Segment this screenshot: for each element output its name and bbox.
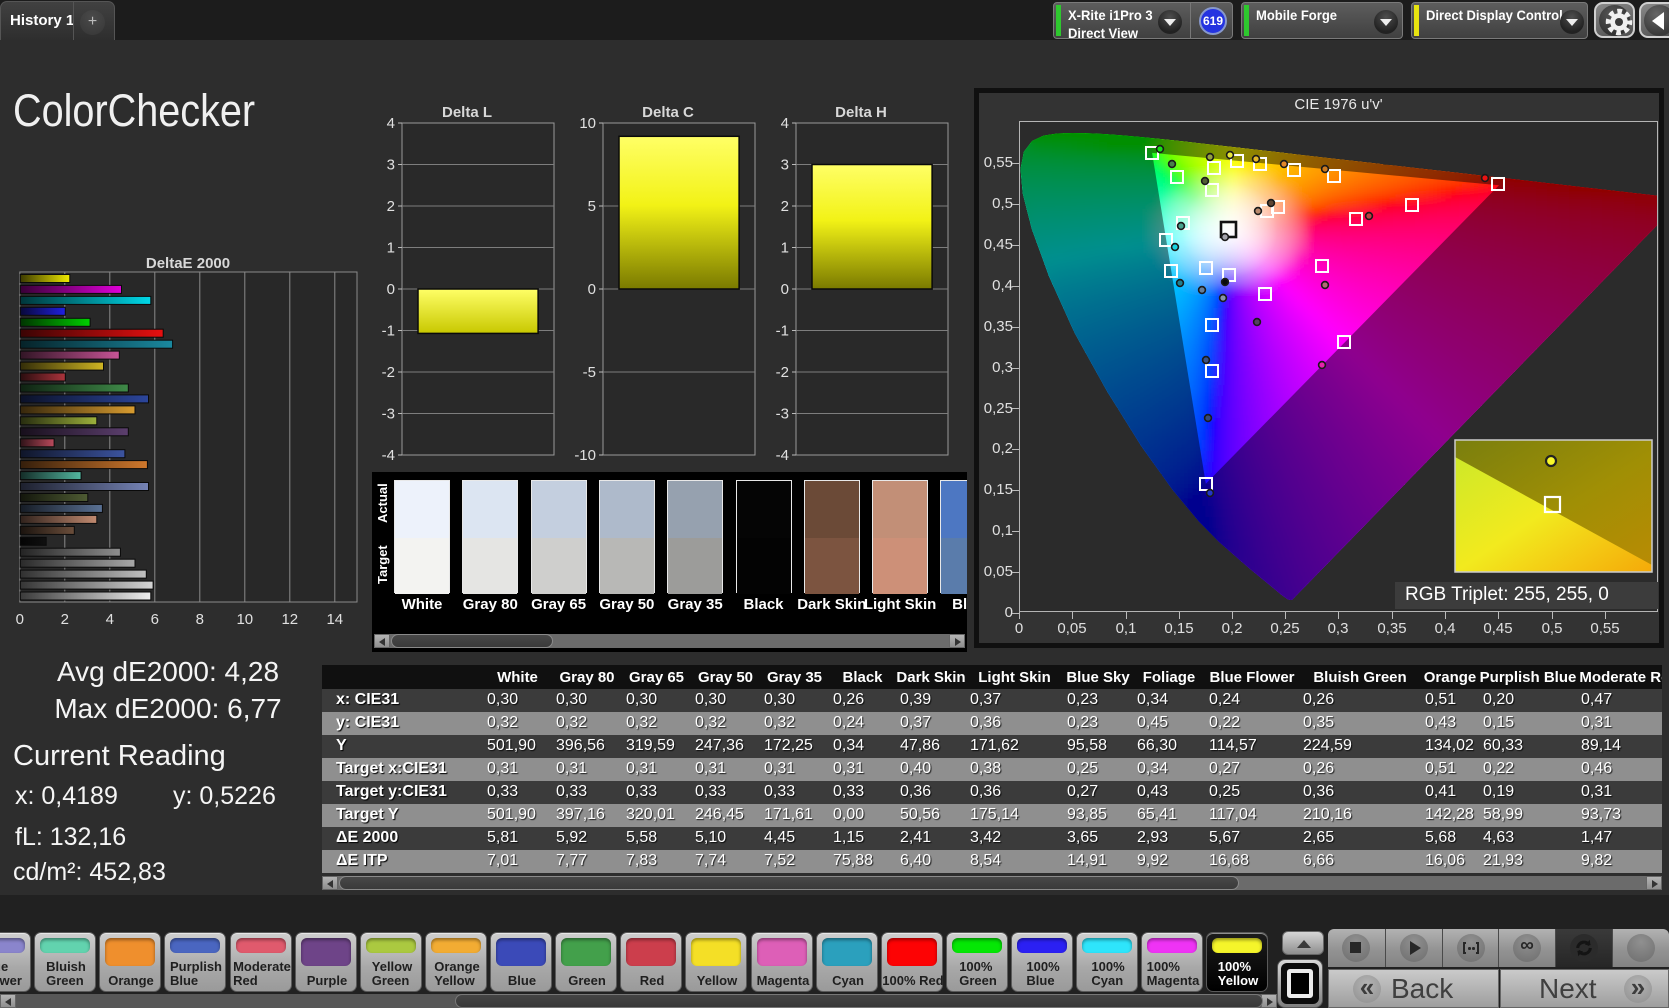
svg-text:Delta L: Delta L — [442, 104, 492, 121]
svg-text:2: 2 — [781, 198, 789, 215]
svg-text:5: 5 — [588, 198, 596, 215]
svg-text:14: 14 — [326, 611, 343, 628]
svg-text:10: 10 — [236, 611, 253, 628]
svg-text:-1: -1 — [382, 323, 395, 340]
svg-text:-10: -10 — [574, 447, 596, 464]
svg-text:Delta C: Delta C — [642, 104, 694, 121]
svg-text:4: 4 — [387, 115, 395, 132]
svg-text:0: 0 — [16, 611, 24, 628]
svg-text:4: 4 — [106, 611, 114, 628]
svg-text:-4: -4 — [776, 447, 789, 464]
svg-text:10: 10 — [579, 115, 596, 132]
svg-text:8: 8 — [196, 611, 204, 628]
svg-text:1: 1 — [387, 240, 395, 257]
svg-text:-2: -2 — [382, 364, 395, 381]
svg-text:-4: -4 — [382, 447, 395, 464]
svg-text:-2: -2 — [776, 364, 789, 381]
svg-text:12: 12 — [281, 611, 298, 628]
svg-text:-1: -1 — [776, 323, 789, 340]
svg-text:0: 0 — [588, 281, 596, 298]
svg-text:0: 0 — [781, 281, 789, 298]
svg-text:-3: -3 — [382, 406, 395, 423]
svg-text:2: 2 — [61, 611, 69, 628]
svg-text:3: 3 — [781, 157, 789, 174]
svg-text:0: 0 — [387, 281, 395, 298]
svg-text:3: 3 — [387, 157, 395, 174]
svg-text:4: 4 — [781, 115, 789, 132]
svg-text:-5: -5 — [583, 364, 596, 381]
svg-text:-3: -3 — [776, 406, 789, 423]
svg-text:DeltaE 2000: DeltaE 2000 — [146, 255, 230, 272]
svg-text:1: 1 — [781, 240, 789, 257]
svg-text:Delta H: Delta H — [835, 104, 887, 121]
svg-text:2: 2 — [387, 198, 395, 215]
svg-text:6: 6 — [151, 611, 159, 628]
